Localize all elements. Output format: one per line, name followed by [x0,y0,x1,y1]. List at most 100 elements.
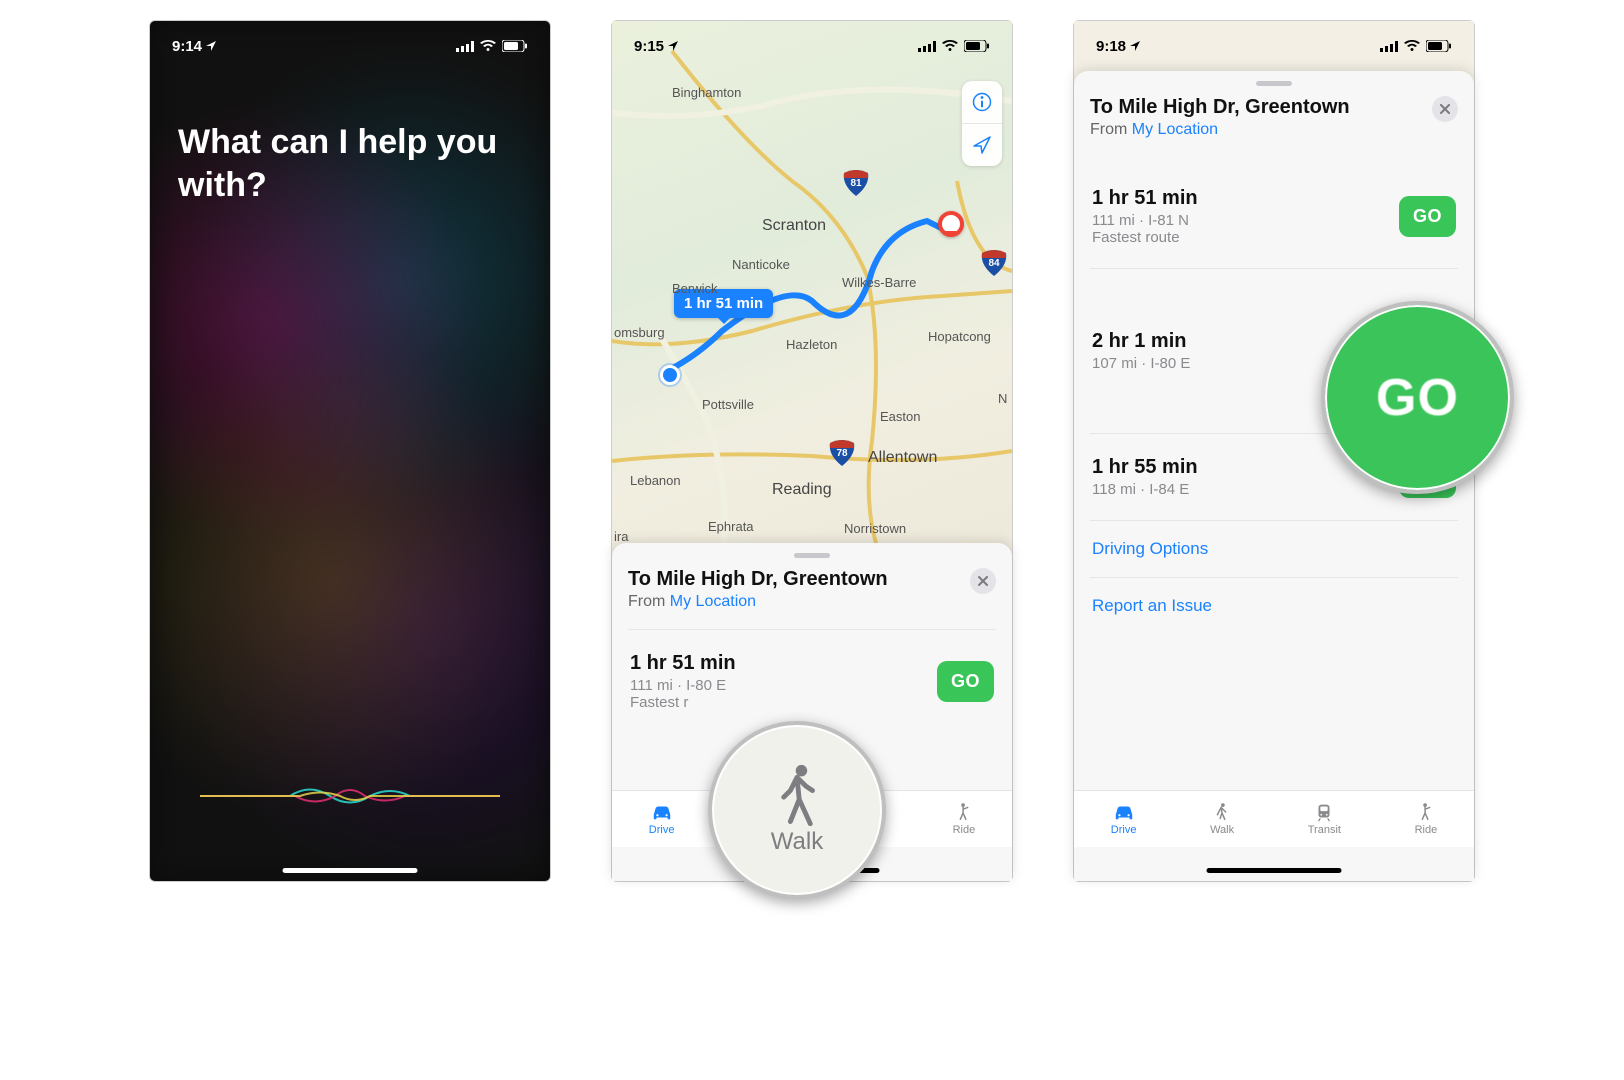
card-drag-handle[interactable] [794,553,830,558]
tab-label: Ride [1415,824,1438,836]
status-time-text: 9:15 [634,38,664,55]
current-location-dot [660,365,680,385]
callout-walk: Walk [708,721,886,899]
callout-label: Walk [771,828,823,856]
status-icons [456,40,528,52]
city-label: Allentown [868,449,937,467]
tab-drive[interactable]: Drive [1111,802,1137,836]
car-icon [1113,802,1135,822]
destination-header: To Mile High Dr, Greentown From My Locat… [628,568,996,611]
tab-transit[interactable]: Transit [1308,802,1341,836]
city-label: Scranton [762,217,826,235]
walk-icon [770,764,824,826]
transit-icon [1313,802,1335,822]
route-time: 1 hr 55 min [1092,456,1198,479]
close-button[interactable] [1432,96,1458,122]
interstate-shield-icon: 78 [828,439,856,467]
tab-label: Walk [1210,824,1234,836]
route-option[interactable]: 1 hr 51 min 111 mi · I-81 N Fastest rout… [1090,165,1458,268]
siri-screen-phone: 9:14 What can I help you with? [149,20,551,882]
city-label: ira [614,529,628,544]
city-label: Lebanon [630,473,681,488]
callout-label: GO [1376,368,1459,428]
tab-drive[interactable]: Drive [649,802,675,836]
siri-waveform [150,781,550,811]
status-bar: 9:18 [1074,21,1474,65]
battery-icon [502,40,528,52]
status-icons [918,40,990,52]
wifi-icon [942,40,958,52]
cellular-icon [456,41,474,52]
city-label: Reading [772,481,832,499]
route-meta: 111 mi · I-81 N [1092,212,1198,229]
tab-ride[interactable]: Ride [1415,802,1438,836]
walk-icon [1211,802,1233,822]
status-time: 9:15 [634,38,678,55]
destination-subtitle: From My Location [1090,121,1422,139]
city-label: Berwick [672,281,718,296]
ride-icon [953,802,975,822]
go-button[interactable]: GO [1399,196,1456,237]
destination-pin-icon[interactable] [938,211,964,237]
close-button[interactable] [970,568,996,594]
city-label: Hopatcong [928,329,991,344]
cellular-icon [918,41,936,52]
location-arrow-icon [668,41,678,51]
tab-ride[interactable]: Ride [953,802,976,836]
card-drag-handle[interactable] [1256,81,1292,86]
tab-label: Drive [1111,824,1137,836]
city-label: Pottsville [702,397,754,412]
info-button[interactable] [962,81,1002,123]
home-indicator[interactable] [1207,868,1342,873]
maps-route-phone: 9:15 Siri [611,20,1013,882]
city-label: Binghamton [672,85,741,100]
route-option[interactable]: 1 hr 51 min 111 mi · I-80 E Fastest r GO [628,629,996,733]
city-label: Hazleton [786,337,837,352]
route-info: 1 hr 51 min 111 mi · I-80 E Fastest r [630,652,736,711]
go-button[interactable]: GO [937,661,994,702]
destination-subtitle: From My Location [628,593,960,611]
city-label: N [998,391,1007,406]
tab-walk[interactable]: Walk [1210,802,1234,836]
route-meta: 118 mi · I-84 E [1092,481,1198,498]
location-arrow-icon [972,135,992,155]
route-info: 2 hr 1 min 107 mi · I-80 E [1092,330,1190,372]
report-issue-link[interactable]: Report an Issue [1090,577,1458,634]
maps-routes-list-phone: 9:18 To Mile High Dr, Greentown From My … [1073,20,1475,882]
route-time: 1 hr 51 min [630,652,736,675]
city-label: Norristown [844,521,906,536]
map-controls [962,81,1002,166]
route-time: 1 hr 51 min [1092,187,1198,210]
info-icon [972,92,992,112]
status-bar: 9:14 [150,21,550,65]
tab-label: Ride [953,824,976,836]
destination-title: To Mile High Dr, Greentown [628,568,960,591]
status-time-text: 9:18 [1096,38,1126,55]
home-indicator[interactable] [283,868,418,873]
city-label: omsburg [614,325,665,340]
destination-title: To Mile High Dr, Greentown [1090,96,1422,119]
wifi-icon [480,40,496,52]
battery-icon [1426,40,1452,52]
city-label: Wilkes-Barre [842,275,916,290]
wifi-icon [1404,40,1420,52]
route-note: Fastest r [630,694,736,711]
transport-mode-tabs: Drive Walk Transit Ride [1074,790,1474,847]
driving-options-link[interactable]: Driving Options [1090,520,1458,577]
status-time-text: 9:14 [172,38,202,55]
destination-header: To Mile High Dr, Greentown From My Locat… [1090,96,1458,139]
route-time: 2 hr 1 min [1092,330,1190,353]
map-canvas[interactable]: 1 hr 51 min Binghamton Scranton Wilkes-B… [612,21,1012,561]
locate-me-button[interactable] [962,123,1002,166]
battery-icon [964,40,990,52]
route-info: 1 hr 51 min 111 mi · I-81 N Fastest rout… [1092,187,1198,246]
from-location-link[interactable]: My Location [670,593,756,610]
tab-label: Transit [1308,824,1341,836]
cellular-icon [1380,41,1398,52]
city-label: Easton [880,409,920,424]
from-location-link[interactable]: My Location [1132,121,1218,138]
close-icon [1440,104,1450,114]
status-bar: 9:15 [612,21,1012,65]
interstate-shield-icon: 84 [980,249,1008,277]
route-meta: 107 mi · I-80 E [1092,355,1190,372]
